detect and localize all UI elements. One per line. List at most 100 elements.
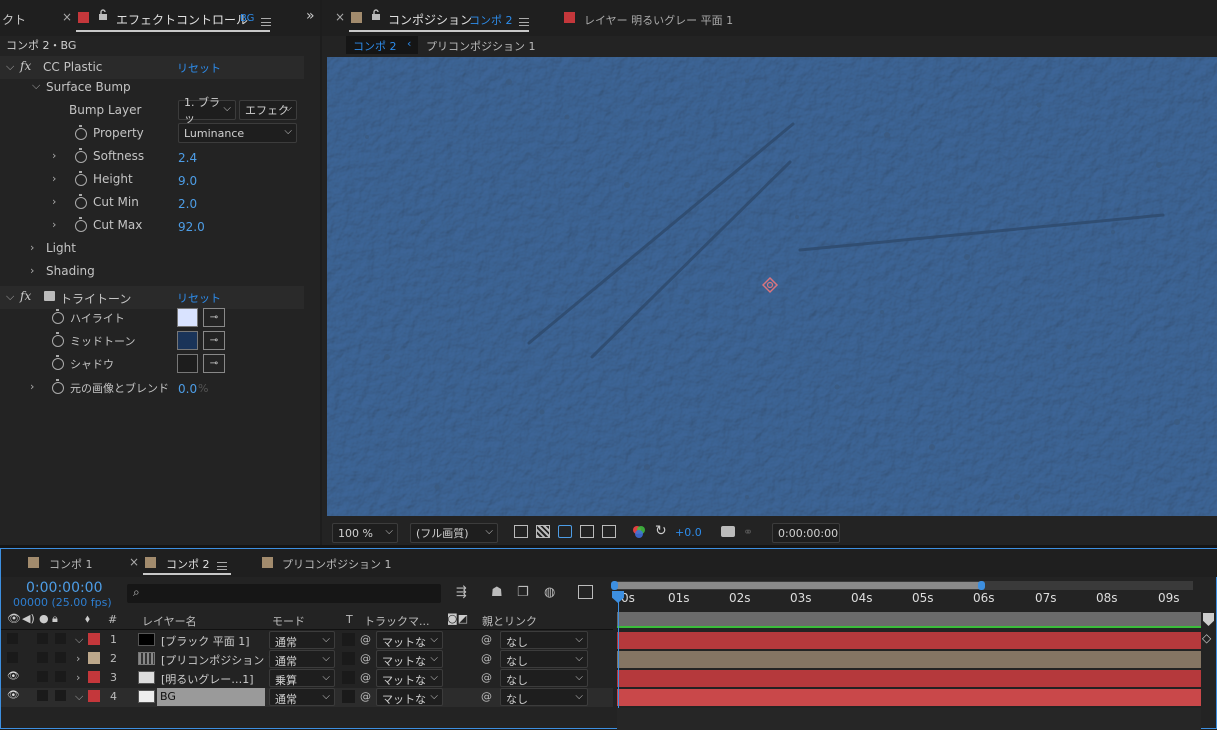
stopwatch-icon[interactable] <box>75 148 87 163</box>
chevron-right-icon[interactable]: › <box>52 172 56 185</box>
close-tab-icon[interactable]: × <box>62 10 72 24</box>
track-matte-select[interactable]: マットな ⌵ <box>376 669 443 687</box>
layer-row-selected[interactable]: 👁 ⌵ 4 BG 通常 ⌵ @ マットな ⌵ @ なし ⌵ <box>1 688 613 707</box>
visibility-toggle[interactable] <box>7 633 18 644</box>
visibility-toggle[interactable] <box>7 652 18 663</box>
work-area-start-handle[interactable] <box>611 581 618 590</box>
timeline-timecode[interactable]: 0:00:00:00 <box>26 580 103 596</box>
layer-name[interactable]: [プリコンポジション 1] <box>161 652 279 668</box>
chevron-right-icon[interactable]: › <box>52 149 56 162</box>
shy-layers-icon[interactable]: ☗ <box>491 585 503 600</box>
param-value[interactable]: 0.0 <box>178 382 197 396</box>
channels-icon[interactable] <box>632 525 646 542</box>
solo-toggle[interactable] <box>37 652 48 663</box>
group-shading[interactable]: › Shading <box>0 260 304 283</box>
region-of-interest-icon[interactable] <box>580 525 594 538</box>
parent-pickwhip-icon[interactable]: @ <box>481 633 492 646</box>
transparency-grid-icon[interactable] <box>536 525 550 538</box>
stopwatch-icon[interactable] <box>75 217 87 232</box>
track-matte-pickwhip-icon[interactable]: @ <box>360 671 371 684</box>
comp-mini-flowchart-icon[interactable]: ⇶ <box>456 585 467 600</box>
mask-visibility-icon[interactable] <box>558 525 572 538</box>
color-swatch-highlight[interactable] <box>177 308 198 327</box>
preserve-transparency-toggle[interactable] <box>342 652 355 665</box>
close-tab-icon[interactable]: × <box>129 555 139 569</box>
lock-toggle[interactable] <box>55 633 66 644</box>
panel-menu-icon[interactable] <box>261 18 271 26</box>
eyedropper-icon[interactable]: ⊸ <box>203 331 225 350</box>
parent-select[interactable]: なし ⌵ <box>500 669 588 687</box>
stopwatch-icon[interactable] <box>52 309 64 324</box>
parent-pickwhip-icon[interactable]: @ <box>481 690 492 703</box>
chevron-right-icon[interactable]: › <box>76 671 80 684</box>
header-layer-name[interactable]: レイヤー名 <box>142 613 197 629</box>
chevron-down-icon[interactable]: ⌵ <box>6 60 14 74</box>
chevron-right-icon[interactable]: › <box>52 195 56 208</box>
layer-label-swatch[interactable] <box>88 671 100 683</box>
stopwatch-icon[interactable] <box>52 355 64 370</box>
chevron-right-icon[interactable]: › <box>76 652 80 665</box>
stopwatch-icon[interactable] <box>52 379 64 394</box>
solo-toggle[interactable] <box>37 690 48 701</box>
breadcrumb-item[interactable]: プリコンポジション 1 <box>426 38 536 54</box>
parent-select[interactable]: なし ⌵ <box>500 631 588 649</box>
reset-exposure-icon[interactable]: ↻ <box>655 523 667 539</box>
track-matte-pickwhip-icon[interactable]: @ <box>360 652 371 665</box>
stopwatch-icon[interactable] <box>75 125 87 140</box>
param-value[interactable]: 2.0 <box>178 197 197 211</box>
param-value[interactable]: 2.4 <box>178 151 197 165</box>
panel-menu-icon[interactable] <box>519 18 529 26</box>
lock-toggle[interactable] <box>55 690 66 701</box>
param-value[interactable]: 92.0 <box>178 220 205 234</box>
fx-icon[interactable]: fx <box>20 59 31 73</box>
parent-pickwhip-icon[interactable]: @ <box>481 671 492 684</box>
time-ruler[interactable]: 0s 01s 02s 03s 04s 05s 06s 07s 08s 09s <box>613 591 1213 611</box>
group-light[interactable]: › Light <box>0 237 304 260</box>
track-matte-select[interactable]: マットな ⌵ <box>376 631 443 649</box>
lock-icon[interactable] <box>98 9 108 24</box>
parent-select[interactable]: なし ⌵ <box>500 688 588 706</box>
header-mode[interactable]: モード <box>272 613 305 629</box>
layer-search-input[interactable]: ⌕ <box>127 584 441 603</box>
fx-icon[interactable]: fx <box>20 289 31 303</box>
layer-mode-select[interactable]: 通常 ⌵ <box>269 688 335 706</box>
reset-link[interactable]: リセット <box>177 290 221 306</box>
label-column-icon[interactable]: ⬧ <box>85 612 90 626</box>
chevron-right-icon[interactable]: › <box>30 264 34 277</box>
grid-guides-icon[interactable] <box>602 525 616 538</box>
color-swatch-midtone[interactable] <box>177 331 198 350</box>
lock-column-icon[interactable]: 🔒︎ <box>52 612 58 626</box>
resolution-select[interactable]: (フル画質) ⌵ <box>410 523 498 543</box>
eye-icon[interactable]: 👁 <box>7 690 20 701</box>
solo-icon[interactable]: ● <box>39 612 49 625</box>
lock-toggle[interactable] <box>55 652 66 663</box>
track-matte-pickwhip-icon[interactable]: @ <box>360 690 371 703</box>
breadcrumb-item[interactable]: コンポ 2 <box>353 38 397 54</box>
tab-effect-controls-title[interactable]: エフェクトコントロール <box>116 11 248 28</box>
composition-viewer[interactable] <box>327 57 1217 516</box>
chevron-down-icon[interactable]: ⌵ <box>6 290 14 304</box>
lock-toggle[interactable] <box>55 671 66 682</box>
layer-duration-bar[interactable] <box>617 689 1201 706</box>
tab-precomp-1[interactable]: プリコンポジション 1 <box>282 556 392 572</box>
layer-mode-select[interactable]: 通常 ⌵ <box>269 631 335 649</box>
parent-select[interactable]: なし ⌵ <box>500 650 588 668</box>
eye-icon[interactable]: 👁 <box>7 612 21 625</box>
layer-name[interactable]: BG <box>160 690 176 703</box>
stopwatch-icon[interactable] <box>75 194 87 209</box>
eye-icon[interactable]: 👁 <box>7 671 20 682</box>
show-snapshot-icon[interactable]: ⚭ <box>743 525 753 539</box>
chevron-right-icon[interactable]: › <box>52 218 56 231</box>
layer-label-swatch[interactable] <box>88 633 100 645</box>
lock-icon[interactable] <box>371 9 381 24</box>
parent-pickwhip-icon[interactable]: @ <box>481 652 492 665</box>
eyedropper-icon[interactable]: ⊸ <box>203 354 225 373</box>
layer-row[interactable]: ⌵ 1 [ブラック 平面 1] 通常 ⌵ @ マットな ⌵ @ なし ⌵ <box>1 631 613 650</box>
preserve-transparency-toggle[interactable] <box>342 690 355 703</box>
bump-source-select[interactable]: エフェク ⌵ <box>239 100 297 120</box>
frame-blending-icon[interactable]: ❐ <box>517 585 529 600</box>
track-matte-pickwhip-icon[interactable]: @ <box>360 633 371 646</box>
layer-mode-select[interactable]: 通常 ⌵ <box>269 650 335 668</box>
close-tab-icon[interactable]: × <box>335 10 345 24</box>
layer-row[interactable]: › 2 [プリコンポジション 1] 通常 ⌵ @ マットな ⌵ @ なし ⌵ <box>1 650 613 669</box>
